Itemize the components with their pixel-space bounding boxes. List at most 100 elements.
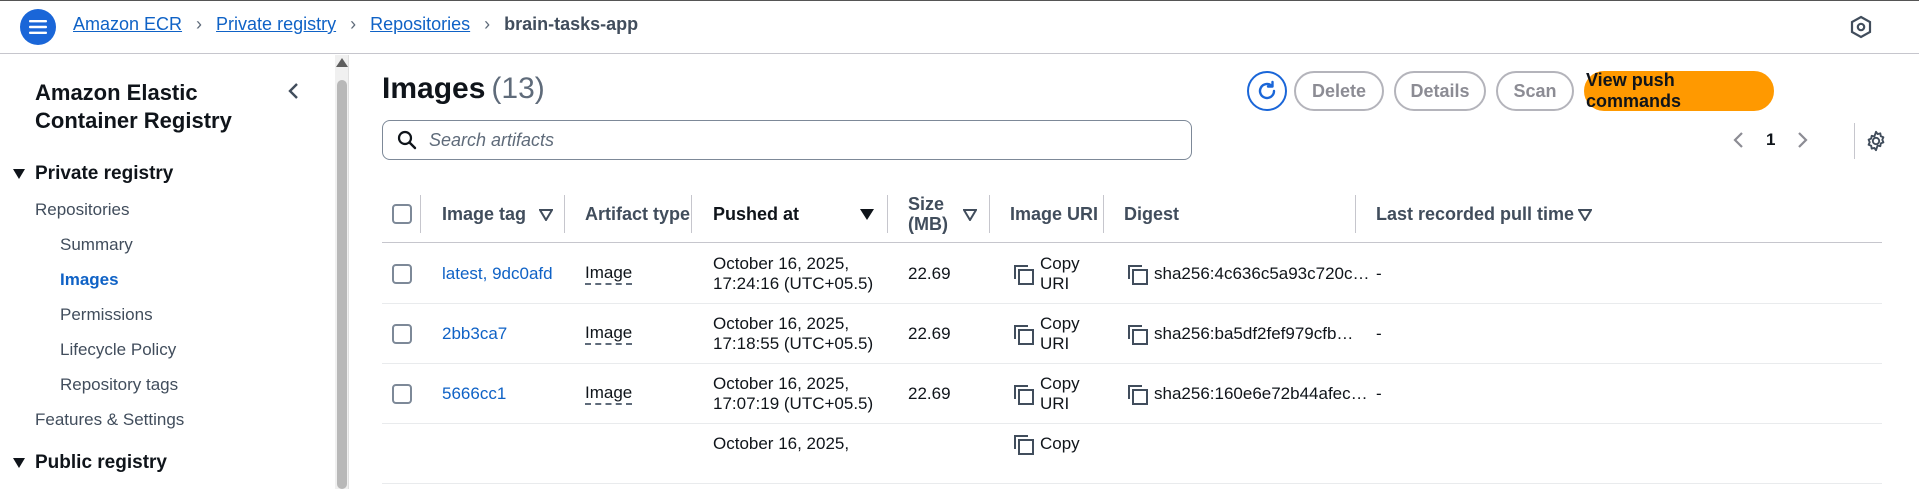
search-field[interactable] [382, 120, 1192, 160]
copy-label-line: Copy [1040, 374, 1080, 393]
copy-digest-button[interactable]: sha256:4c636c5a93c720c… [1128, 264, 1370, 285]
column-pushed-at[interactable]: Pushed at [713, 185, 799, 243]
artifact-type[interactable]: Image [585, 323, 633, 345]
chevron-right-icon: › [196, 14, 203, 34]
table-row[interactable]: October 16, 2025, Copy [382, 424, 1882, 484]
copy-uri-label: Copy URI [1040, 374, 1080, 414]
pagination: 1 [1726, 127, 1815, 153]
digest-value: sha256:ba5df2fef979cfb… [1154, 324, 1354, 343]
refresh-button[interactable] [1247, 71, 1287, 111]
copy-icon [1014, 325, 1034, 345]
column-divider [691, 195, 692, 233]
column-divider [1355, 195, 1356, 233]
image-tag-link[interactable]: 5666cc1 [442, 384, 506, 404]
image-size: 22.69 [908, 264, 951, 283]
sidebar-item-repositories[interactable]: Repositories [35, 200, 130, 220]
artifact-type[interactable]: Image [585, 263, 633, 285]
copy-digest-button[interactable]: sha256:ba5df2fef979cfb… [1128, 324, 1354, 345]
row-checkbox[interactable] [392, 384, 412, 404]
pushed-date: October 16, 2025, [713, 254, 850, 273]
pushed-date: October 16, 2025, [713, 434, 850, 453]
sidebar-item-lifecycle-policy[interactable]: Lifecycle Policy [60, 340, 176, 360]
copy-icon [1128, 385, 1148, 405]
column-divider [420, 195, 421, 233]
sort-outline-icon[interactable] [539, 209, 553, 221]
column-artifact-type[interactable]: Artifact type [585, 185, 690, 243]
sidebar-scroll-thumb[interactable] [337, 80, 347, 489]
sidebar-item-features-settings[interactable]: Features & Settings [35, 410, 184, 430]
next-page-button[interactable] [1789, 127, 1815, 153]
previous-page-button[interactable] [1726, 127, 1752, 153]
image-tag-link[interactable]: 2bb3ca7 [442, 324, 507, 344]
image-size: 22.69 [908, 384, 951, 403]
row-checkbox[interactable] [392, 324, 412, 344]
search-input[interactable] [429, 129, 1129, 151]
column-label: Pushed at [713, 203, 800, 224]
sidebar-section-public-registry[interactable]: Public registry [13, 452, 167, 474]
breadcrumb-private-registry[interactable]: Private registry [216, 14, 336, 35]
page-title: Images (13) [382, 72, 545, 106]
copy-uri-button[interactable]: Copy URI [1014, 254, 1080, 294]
table-row[interactable]: 2bb3ca7 Image October 16, 2025, 17:18:55… [382, 304, 1882, 364]
menu-button[interactable] [20, 9, 56, 45]
column-label: Last recorded pull time [1376, 203, 1575, 224]
sort-outline-icon[interactable] [963, 209, 977, 221]
copy-label-line: URI [1040, 274, 1070, 293]
copy-uri-button[interactable]: Copy URI [1014, 314, 1080, 354]
top-navigation-bar: Amazon ECR › Private registry › Reposito… [0, 0, 1919, 54]
last-pull-time: - [1376, 324, 1382, 343]
table-header: Image tag Artifact type Pushed at Size (… [382, 185, 1882, 243]
delete-button[interactable]: Delete [1294, 71, 1384, 111]
scan-button[interactable]: Scan [1496, 71, 1574, 111]
pager-divider [1854, 123, 1855, 159]
gear-icon[interactable] [1864, 129, 1888, 153]
copy-uri-button[interactable]: Copy URI [1014, 374, 1080, 414]
copy-label-line: URI [1040, 334, 1070, 353]
hamburger-icon [29, 20, 47, 34]
page-number[interactable]: 1 [1766, 130, 1775, 150]
sort-outline-icon[interactable] [1578, 209, 1592, 221]
column-label: Image tag [442, 203, 527, 224]
digest-value: sha256:4c636c5a93c720c… [1154, 264, 1370, 283]
image-tag-link[interactable]: latest, 9dc0afd [442, 264, 553, 284]
hexagon-info-icon[interactable] [1849, 15, 1873, 39]
chevron-right-icon: › [350, 14, 357, 34]
pushed-date: October 16, 2025, [713, 314, 850, 333]
breadcrumb-repositories[interactable]: Repositories [370, 14, 470, 35]
copy-icon [1128, 325, 1148, 345]
sidebar-section-private-registry[interactable]: Private registry [13, 163, 173, 185]
view-push-commands-button[interactable]: View push commands [1584, 70, 1774, 111]
breadcrumb-amazon-ecr[interactable]: Amazon ECR [73, 14, 182, 35]
column-size[interactable]: Size (MB) [908, 185, 948, 243]
copy-digest-button[interactable]: sha256:160e6e72b44afec… [1128, 384, 1368, 405]
sort-descending-icon[interactable] [860, 185, 874, 243]
table-row[interactable]: 5666cc1 Image October 16, 2025, 17:07:19… [382, 364, 1882, 424]
sidebar-title: Amazon Elastic Container Registry [35, 80, 232, 133]
artifact-type[interactable]: Image [585, 383, 633, 405]
copy-label-line: Copy [1040, 314, 1080, 333]
column-digest: Digest [1124, 185, 1179, 243]
select-all-checkbox[interactable] [392, 204, 412, 224]
sidebar-item-images[interactable]: Images [60, 270, 119, 290]
column-divider [887, 195, 888, 233]
main-content: Images (13) Delete Details Scan View push… [350, 55, 1910, 489]
image-size: 22.69 [908, 324, 951, 343]
copy-uri-label: Copy URI [1040, 314, 1080, 354]
column-image-tag[interactable]: Image tag [442, 185, 552, 243]
row-checkbox[interactable] [392, 264, 412, 284]
close-sidebar-icon[interactable] [283, 80, 305, 102]
scroll-up-arrow-icon[interactable] [336, 58, 348, 67]
breadcrumb: Amazon ECR › Private registry › Reposito… [73, 14, 638, 35]
column-divider [564, 195, 565, 233]
table-row[interactable]: latest, 9dc0afd Image October 16, 2025, … [382, 244, 1882, 304]
sidebar-item-repository-tags[interactable]: Repository tags [60, 375, 178, 395]
sidebar-item-permissions[interactable]: Permissions [60, 305, 153, 325]
pushed-time: 17:24:16 (UTC+05.5) [713, 274, 874, 293]
details-button[interactable]: Details [1394, 71, 1486, 111]
copy-uri-label: Copy URI [1040, 254, 1080, 294]
copy-uri-button[interactable]: Copy [1014, 434, 1080, 455]
copy-icon [1014, 435, 1034, 455]
sidebar-item-summary[interactable]: Summary [60, 235, 133, 255]
column-label-unit: (MB) [908, 214, 948, 234]
column-last-pull[interactable]: Last recorded pull time [1376, 185, 1574, 243]
